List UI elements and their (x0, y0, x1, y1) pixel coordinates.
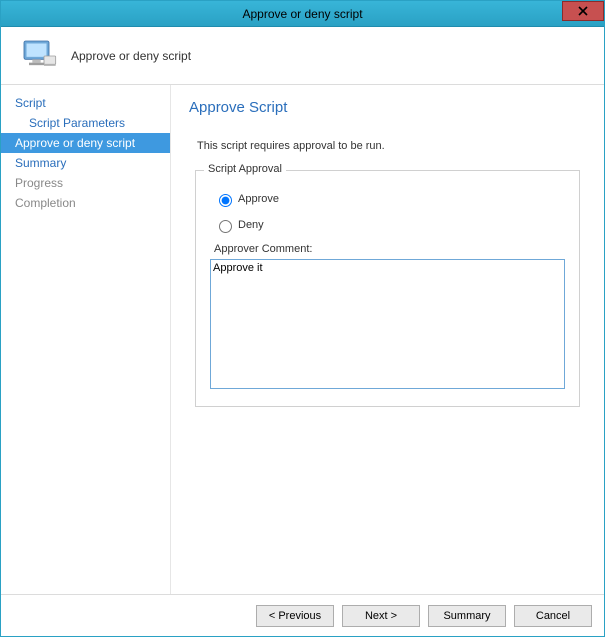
radio-deny-row[interactable]: Deny (214, 217, 565, 233)
sidebar-item-completion: Completion (1, 193, 170, 213)
sidebar-item-approve-or-deny[interactable]: Approve or deny script (1, 133, 170, 153)
page-title: Approve Script (189, 99, 586, 116)
summary-button[interactable]: Summary (428, 605, 506, 627)
approver-comment-input[interactable] (210, 259, 565, 389)
header-title: Approve or deny script (71, 49, 191, 63)
sidebar-item-label: Script (15, 96, 46, 110)
sidebar-item-progress: Progress (1, 173, 170, 193)
sidebar-item-label: Completion (15, 196, 76, 210)
close-button[interactable] (562, 1, 604, 21)
wizard-body: Script Script Parameters Approve or deny… (1, 85, 604, 594)
sidebar-item-script[interactable]: Script (1, 93, 170, 113)
next-button[interactable]: Next > (342, 605, 420, 627)
titlebar: Approve or deny script (1, 1, 604, 27)
monitor-icon (19, 36, 59, 76)
comment-wrap (210, 259, 565, 392)
window-title: Approve or deny script (242, 7, 362, 21)
comment-label: Approver Comment: (214, 243, 565, 255)
wizard-sidebar: Script Script Parameters Approve or deny… (1, 85, 171, 594)
script-approval-fieldset: Script Approval Approve Deny Approver Co… (195, 170, 580, 407)
previous-button[interactable]: < Previous (256, 605, 334, 627)
header-band: Approve or deny script (1, 27, 604, 85)
sidebar-item-label: Progress (15, 176, 63, 190)
radio-deny-label: Deny (238, 219, 264, 231)
radio-approve-row[interactable]: Approve (214, 191, 565, 207)
wizard-content: Approve Script This script requires appr… (171, 85, 604, 594)
wizard-footer: < Previous Next > Summary Cancel (1, 594, 604, 636)
radio-deny[interactable] (219, 220, 232, 233)
sidebar-item-summary[interactable]: Summary (1, 153, 170, 173)
wizard-window: Approve or deny script Approve or deny s… (0, 0, 605, 637)
sidebar-item-label: Script Parameters (29, 116, 125, 130)
fieldset-legend: Script Approval (204, 163, 286, 175)
sidebar-item-script-parameters[interactable]: Script Parameters (1, 113, 170, 133)
sidebar-item-label: Summary (15, 156, 66, 170)
instruction-text: This script requires approval to be run. (197, 140, 586, 152)
sidebar-item-label: Approve or deny script (15, 136, 135, 150)
radio-approve[interactable] (219, 194, 232, 207)
cancel-button[interactable]: Cancel (514, 605, 592, 627)
close-icon (578, 6, 588, 16)
radio-approve-label: Approve (238, 193, 279, 205)
